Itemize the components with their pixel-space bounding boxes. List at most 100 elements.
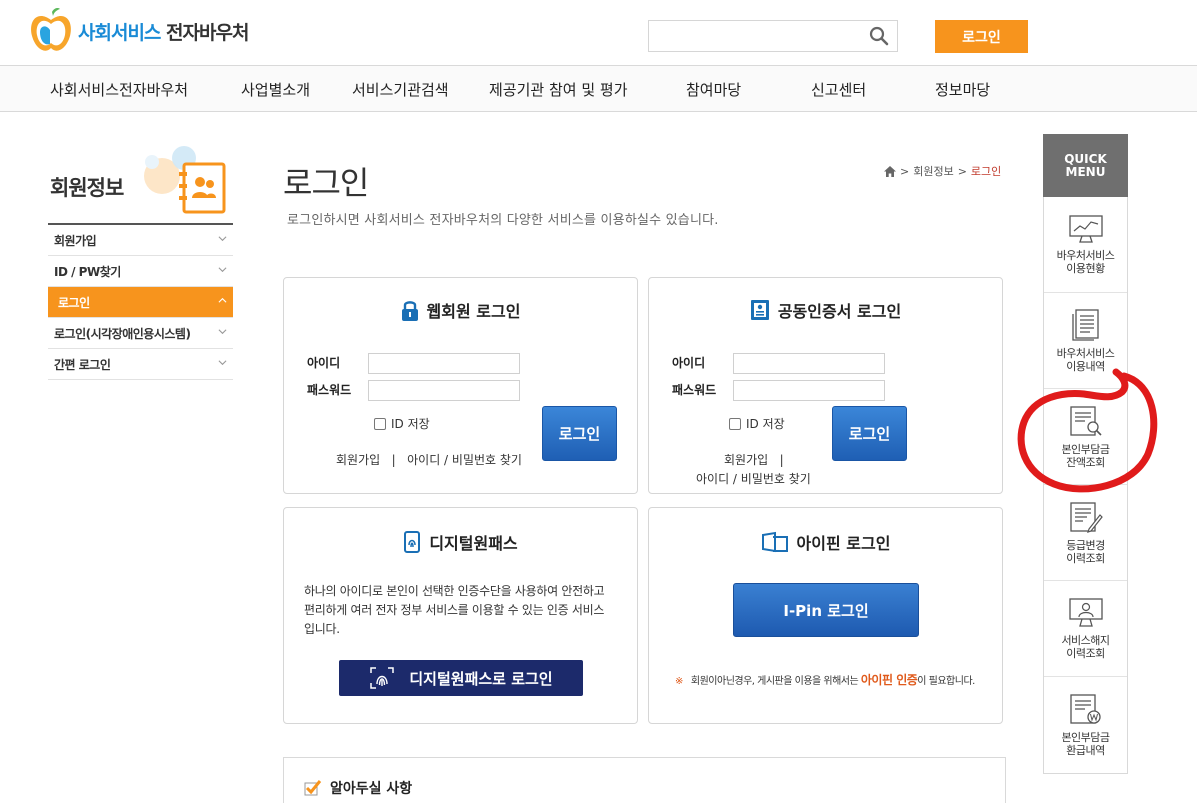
sidebar-item-label: ID / PW찾기 (54, 264, 121, 279)
document-search-icon (1069, 405, 1102, 436)
nav-participation[interactable]: 참여마당 (686, 79, 741, 100)
quick-item-label: 바우처서비스 이용현황 (1056, 248, 1115, 275)
chevron-down-icon (218, 329, 227, 335)
checkbox-checked-icon (304, 780, 322, 796)
logo-text-service: 사회서비스 (78, 21, 161, 44)
lock-icon (401, 301, 418, 321)
quick-item-copay-balance[interactable]: 본인부담금 잔액조회 (1044, 389, 1127, 485)
checkbox-icon[interactable] (729, 417, 741, 430)
sidebar-item-login[interactable]: 로그인 (48, 287, 233, 318)
home-icon[interactable] (884, 165, 896, 177)
ipin-login-button[interactable]: I-Pin 로그인 (733, 583, 919, 637)
signup-link[interactable]: 회원가입 (724, 453, 768, 467)
quick-menu: QUICK MENU 바우처서비스 이용현황 바우처서비스 이용내역 본인부담금… (1043, 134, 1128, 774)
link-separator: | (391, 453, 396, 467)
breadcrumb-item[interactable]: 회원정보 (913, 163, 953, 179)
nav-provider-evaluation[interactable]: 제공기관 참여 및 평가 (489, 79, 628, 100)
sidebar-item-find-id-pw[interactable]: ID / PW찾기 (48, 256, 233, 287)
certificate-icon (750, 300, 769, 320)
page-title: 로그인 (283, 164, 369, 202)
nav-business-intro[interactable]: 사업별소개 (241, 79, 310, 100)
search-icon[interactable] (869, 26, 889, 46)
web-login-panel: 웹회원 로그인 아이디 패스워드 ID 저장 로그인 회원가입 | 아이디 / … (283, 277, 638, 494)
cert-login-button[interactable]: 로그인 (832, 406, 907, 461)
web-login-title-row: 웹회원 로그인 (284, 298, 637, 322)
quick-item-voucher-usage-status[interactable]: 바우처서비스 이용현황 (1044, 197, 1127, 293)
ipin-notice: ※ 회원이아닌경우, 게시판을 이용을 위해서는 아이핀 인증이 필요합니다. (675, 671, 975, 688)
certificate-login-panel: 공동인증서 로그인 아이디 패스워드 ID 저장 로그인 회원가입 | 아이디 … (648, 277, 1003, 494)
digital-onepass-button-label: 디지털원패스로 로그인 (409, 669, 553, 688)
checkbox-icon[interactable] (374, 417, 386, 430)
find-id-password-link[interactable]: 아이디 / 비밀번호 찾기 (696, 472, 811, 486)
chevron-down-icon (218, 360, 227, 366)
quick-item-label: 바우처서비스 이용내역 (1056, 346, 1115, 373)
sidebar-item-signup[interactable]: 회원가입 (48, 225, 233, 256)
cert-find-link-row: 아이디 / 비밀번호 찾기 (696, 470, 811, 487)
nav-report-center[interactable]: 신고센터 (811, 79, 866, 100)
find-id-password-link[interactable]: 아이디 / 비밀번호 찾기 (407, 453, 522, 467)
web-login-links: 회원가입 | 아이디 / 비밀번호 찾기 (336, 451, 522, 468)
quick-menu-title: QUICK MENU (1043, 134, 1128, 197)
id-label: 아이디 (307, 356, 341, 370)
nav-info[interactable]: 정보마당 (935, 79, 990, 100)
web-password-input[interactable] (368, 380, 520, 401)
quick-item-copay-refund[interactable]: 본인부담금 환급내역 (1044, 677, 1127, 773)
sidebar-item-label: 로그인(시각장애인용시스템) (54, 326, 191, 341)
notice-title: 알아두실 사항 (330, 781, 413, 797)
sidebar-title: 회원정보 (50, 176, 124, 200)
chart-monitor-icon (1068, 214, 1103, 243)
search-input[interactable] (648, 20, 898, 52)
mobile-fingerprint-icon (404, 531, 421, 553)
quick-item-grade-change-history[interactable]: 등급변경 이력조회 (1044, 485, 1127, 581)
sidebar-menu: 회원가입 ID / PW찾기 로그인 로그인(시각장애인용시스템) 간편 로그인 (48, 225, 233, 380)
quick-item-label: 서비스해지 이력조회 (1061, 633, 1110, 660)
main-navigation: 사회서비스전자바우처 사업별소개 서비스기관검색 제공기관 참여 및 평가 참여… (0, 65, 1197, 112)
document-edit-icon (1069, 501, 1103, 533)
digital-onepass-panel: 디지털원패스 하나의 아이디로 본인이 선택한 인증수단을 사용하여 안전하고 … (283, 507, 638, 724)
certificate-login-title: 공동인증서 로그인 (777, 302, 902, 321)
web-id-input[interactable] (368, 353, 520, 374)
ipin-login-panel: 아이핀 로그인 I-Pin 로그인 ※ 회원이아닌경우, 게시판을 이용을 위해서… (648, 507, 1003, 724)
chevron-up-icon (218, 297, 227, 303)
signup-link[interactable]: 회원가입 (336, 453, 380, 467)
digital-onepass-title: 디지털원패스 (429, 534, 518, 553)
cert-save-id-checkbox[interactable]: ID 저장 (729, 415, 785, 432)
user-monitor-icon (1068, 597, 1103, 627)
sidebar-item-label: 회원가입 (54, 233, 97, 248)
sidebar-item-login-accessible[interactable]: 로그인(시각장애인용시스템) (48, 318, 233, 349)
quick-menu-list: 바우처서비스 이용현황 바우처서비스 이용내역 본인부담금 잔액조회 등급변경 … (1043, 197, 1128, 774)
document-list-icon (1071, 308, 1099, 341)
nav-voucher[interactable]: 사회서비스전자바우처 (50, 79, 188, 100)
ipin-auth-link[interactable]: 아이핀 인증 (861, 673, 918, 687)
digital-onepass-login-button[interactable]: 디지털원패스로 로그인 (339, 660, 583, 696)
web-login-title: 웹회원 로그인 (426, 302, 521, 321)
logo-text-voucher: 전자바우처 (166, 21, 249, 44)
sidebar-item-simple-login[interactable]: 간편 로그인 (48, 349, 233, 380)
document-won-icon (1069, 694, 1101, 724)
web-login-button[interactable]: 로그인 (542, 406, 617, 461)
chevron-down-icon (218, 236, 227, 242)
logo-apple-icon (31, 8, 71, 51)
breadcrumb-current: 로그인 (970, 165, 1002, 178)
cert-id-input[interactable] (733, 353, 885, 374)
site-logo[interactable]: 사회서비스 전자바우처 (28, 6, 249, 56)
quick-item-voucher-usage-history[interactable]: 바우처서비스 이용내역 (1044, 293, 1127, 389)
notice-title-row: 알아두실 사항 (304, 778, 412, 798)
link-separator: | (779, 453, 784, 467)
cert-password-input[interactable] (733, 380, 885, 401)
ipin-notice-text-end: 이 필요합니다. (917, 676, 975, 687)
header-login-button[interactable]: 로그인 (935, 20, 1028, 53)
nav-agency-search[interactable]: 서비스기관검색 (352, 79, 449, 100)
notice-panel: 알아두실 사항 (283, 757, 1006, 803)
chevron-down-icon (218, 267, 227, 273)
quick-item-label: 본인부담금 환급내역 (1061, 731, 1110, 757)
fingerprint-icon (370, 667, 395, 689)
breadcrumb-separator-icon: > (900, 164, 910, 178)
web-save-id-checkbox[interactable]: ID 저장 (374, 415, 430, 432)
page-description: 로그인하시면 사회서비스 전자바우처의 다양한 서비스를 이용하실수 있습니다. (287, 213, 719, 228)
password-label: 패스워드 (672, 383, 717, 397)
quick-item-service-termination-history[interactable]: 서비스해지 이력조회 (1044, 581, 1127, 677)
ipin-icon (761, 531, 788, 553)
notice-mark: ※ (675, 676, 683, 687)
digital-onepass-description: 하나의 아이디로 본인이 선택한 인증수단을 사용하여 안전하고 편리하게 여러… (304, 584, 605, 636)
